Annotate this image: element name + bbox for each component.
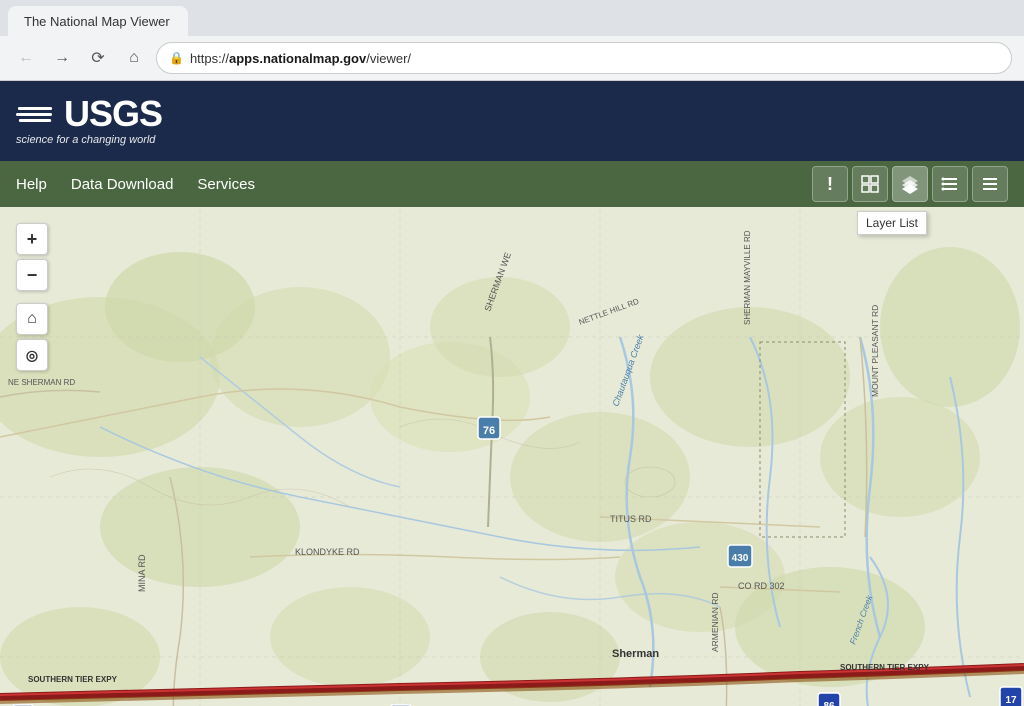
svg-text:76: 76 <box>483 425 495 437</box>
map-svg: SHERMAN WE NETTLE HILL RD Chautauqua Cre… <box>0 207 1024 706</box>
nav-link-services[interactable]: Services <box>197 172 255 197</box>
zoom-in-button[interactable]: + <box>16 223 48 255</box>
nav-tools: ! Layer List <box>812 166 1008 202</box>
wave-line-1 <box>18 107 52 110</box>
svg-text:SOUTHERN TIER EXPY: SOUTHERN TIER EXPY <box>840 663 930 672</box>
nav-link-data-download[interactable]: Data Download <box>71 172 174 197</box>
wave-line-2 <box>16 113 52 116</box>
usgs-waves-icon <box>16 98 56 130</box>
info-tool-button[interactable]: ! <box>812 166 848 202</box>
app-nav: Help Data Download Services ! <box>0 161 1024 207</box>
svg-text:Sherman: Sherman <box>612 648 659 660</box>
zoom-out-button[interactable]: − <box>16 259 48 291</box>
browser-chrome: The National Map Viewer ← → ⟳ ⌂ 🔒 https:… <box>0 0 1024 81</box>
svg-text:CO RD 302: CO RD 302 <box>738 581 785 591</box>
map-controls: + − ⌂ ◎ <box>16 223 48 371</box>
svg-text:ARMENIAN RD: ARMENIAN RD <box>710 592 720 652</box>
svg-text:MINA RD: MINA RD <box>137 554 147 592</box>
svg-text:TITUS RD: TITUS RD <box>610 514 652 524</box>
url-protocol: https:// <box>190 51 229 66</box>
lock-icon: 🔒 <box>169 51 184 65</box>
browser-tab[interactable]: The National Map Viewer <box>8 6 188 36</box>
svg-text:MOUNT PLEASANT RD: MOUNT PLEASANT RD <box>870 305 880 397</box>
address-bar[interactable]: 🔒 https://apps.nationalmap.gov/viewer/ <box>156 42 1012 74</box>
url-domain: apps.nationalmap.gov <box>229 51 366 66</box>
browser-tab-bar: The National Map Viewer <box>0 0 1024 36</box>
forward-button[interactable]: → <box>48 44 76 72</box>
svg-text:86: 86 <box>823 701 835 706</box>
url-path: /viewer/ <box>366 51 411 66</box>
svg-text:SOUTHERN TIER EXPY: SOUTHERN TIER EXPY <box>28 675 118 684</box>
usgs-logo: USGS science for a changing world <box>16 96 162 146</box>
tab-title: The National Map Viewer <box>24 14 170 29</box>
home-button[interactable]: ⌂ <box>16 303 48 335</box>
locate-button[interactable]: ◎ <box>16 339 48 371</box>
usgs-logo-main: USGS <box>16 96 162 132</box>
browser-toolbar: ← → ⟳ ⌂ 🔒 https://apps.nationalmap.gov/v… <box>0 36 1024 80</box>
app-container: USGS science for a changing world Help D… <box>0 81 1024 706</box>
menu-tool-button[interactable] <box>972 166 1008 202</box>
reload-button[interactable]: ⟳ <box>84 44 112 72</box>
nav-link-help[interactable]: Help <box>16 172 47 197</box>
svg-text:SHERMAN MAYVILLE RD: SHERMAN MAYVILLE RD <box>743 230 752 325</box>
app-header: USGS science for a changing world <box>0 81 1024 161</box>
grid-tool-button[interactable] <box>852 166 888 202</box>
wave-line-3 <box>19 119 51 122</box>
usgs-tagline: science for a changing world <box>16 134 162 146</box>
home-button[interactable]: ⌂ <box>120 44 148 72</box>
list-tool-button[interactable] <box>932 166 968 202</box>
layer-list-tooltip: Layer List <box>857 211 927 235</box>
svg-text:430: 430 <box>732 553 749 564</box>
svg-text:NE SHERMAN RD: NE SHERMAN RD <box>8 378 75 387</box>
usgs-name: USGS <box>64 96 162 132</box>
map-container[interactable]: SHERMAN WE NETTLE HILL RD Chautauqua Cre… <box>0 207 1024 706</box>
nav-links: Help Data Download Services <box>16 172 812 197</box>
svg-text:17: 17 <box>1005 695 1017 706</box>
back-button[interactable]: ← <box>12 44 40 72</box>
layers-tool-button[interactable]: Layer List <box>892 166 928 202</box>
url-text: https://apps.nationalmap.gov/viewer/ <box>190 51 411 66</box>
svg-text:KLONDYKE RD: KLONDYKE RD <box>295 547 360 557</box>
